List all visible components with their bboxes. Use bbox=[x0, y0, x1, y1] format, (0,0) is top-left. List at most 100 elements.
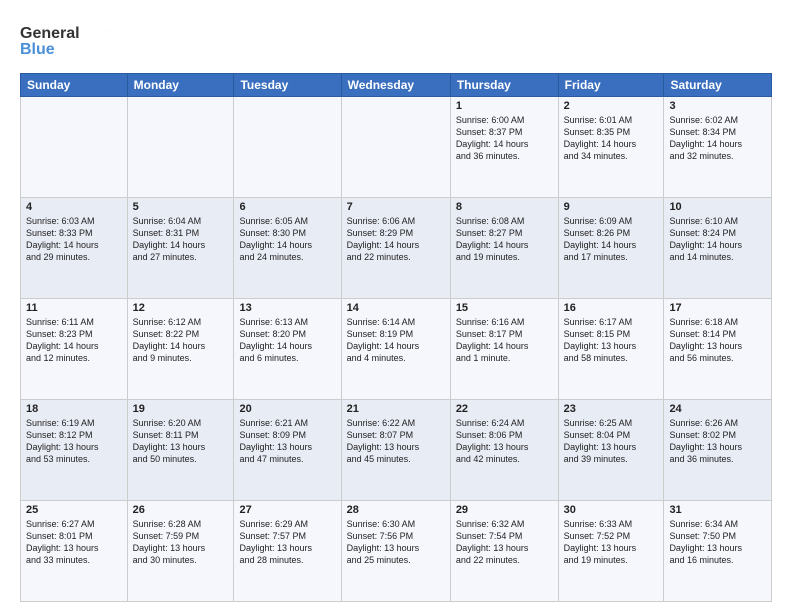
day-info: Sunrise: 6:09 AM Sunset: 8:26 PM Dayligh… bbox=[564, 215, 659, 264]
weekday-saturday: Saturday bbox=[664, 74, 772, 97]
weekday-tuesday: Tuesday bbox=[234, 74, 341, 97]
day-cell: 6 Sunrise: 6:05 AM Sunset: 8:30 PM Daylig… bbox=[234, 198, 341, 299]
day-number: 9 bbox=[564, 201, 659, 213]
week-row-1: 1Sunrise: 6:00 AM Sunset: 8:37 PM Daylig… bbox=[21, 97, 772, 198]
week-row-5: 25 Sunrise: 6:27 AM Sunset: 8:01 PM Dayli… bbox=[21, 501, 772, 602]
day-info: Sunrise: 6:20 AM Sunset: 8:11 PM Dayligh… bbox=[133, 417, 229, 466]
day-cell bbox=[127, 97, 234, 198]
logo-text: General Blue bbox=[20, 20, 110, 65]
day-number: 16 bbox=[564, 302, 659, 314]
day-number: 23 bbox=[564, 403, 659, 415]
weekday-sunday: Sunday bbox=[21, 74, 128, 97]
day-info: Sunrise: 6:22 AM Sunset: 8:07 PM Dayligh… bbox=[347, 417, 445, 466]
week-row-2: 4Sunrise: 6:03 AM Sunset: 8:33 PM Daylig… bbox=[21, 198, 772, 299]
day-cell: 19 Sunrise: 6:20 AM Sunset: 8:11 PM Dayli… bbox=[127, 400, 234, 501]
day-number: 7 bbox=[347, 201, 445, 213]
day-number: 8 bbox=[456, 201, 553, 213]
day-cell: 18Sunrise: 6:19 AM Sunset: 8:12 PM Dayli… bbox=[21, 400, 128, 501]
day-number: 12 bbox=[133, 302, 229, 314]
day-info: Sunrise: 6:02 AM Sunset: 8:34 PM Dayligh… bbox=[669, 114, 766, 163]
day-number: 2 bbox=[564, 100, 659, 112]
day-cell: 17 Sunrise: 6:18 AM Sunset: 8:14 PM Dayli… bbox=[664, 299, 772, 400]
day-cell: 20 Sunrise: 6:21 AM Sunset: 8:09 PM Dayli… bbox=[234, 400, 341, 501]
day-cell: 3 Sunrise: 6:02 AM Sunset: 8:34 PM Daylig… bbox=[664, 97, 772, 198]
day-info: Sunrise: 6:28 AM Sunset: 7:59 PM Dayligh… bbox=[133, 518, 229, 567]
week-row-4: 18Sunrise: 6:19 AM Sunset: 8:12 PM Dayli… bbox=[21, 400, 772, 501]
day-number: 1 bbox=[456, 100, 553, 112]
weekday-monday: Monday bbox=[127, 74, 234, 97]
day-number: 24 bbox=[669, 403, 766, 415]
day-cell: 2 Sunrise: 6:01 AM Sunset: 8:35 PM Daylig… bbox=[558, 97, 664, 198]
day-cell: 30 Sunrise: 6:33 AM Sunset: 7:52 PM Dayli… bbox=[558, 501, 664, 602]
calendar: SundayMondayTuesdayWednesdayThursdayFrid… bbox=[20, 73, 772, 602]
day-info: Sunrise: 6:33 AM Sunset: 7:52 PM Dayligh… bbox=[564, 518, 659, 567]
day-cell: 22 Sunrise: 6:24 AM Sunset: 8:06 PM Dayli… bbox=[450, 400, 558, 501]
day-info: Sunrise: 6:12 AM Sunset: 8:22 PM Dayligh… bbox=[133, 316, 229, 365]
day-cell: 24 Sunrise: 6:26 AM Sunset: 8:02 PM Dayli… bbox=[664, 400, 772, 501]
day-info: Sunrise: 6:03 AM Sunset: 8:33 PM Dayligh… bbox=[26, 215, 122, 264]
day-info: Sunrise: 6:24 AM Sunset: 8:06 PM Dayligh… bbox=[456, 417, 553, 466]
day-info: Sunrise: 6:18 AM Sunset: 8:14 PM Dayligh… bbox=[669, 316, 766, 365]
day-info: Sunrise: 6:16 AM Sunset: 8:17 PM Dayligh… bbox=[456, 316, 553, 365]
day-number: 20 bbox=[239, 403, 335, 415]
day-info: Sunrise: 6:14 AM Sunset: 8:19 PM Dayligh… bbox=[347, 316, 445, 365]
day-number: 19 bbox=[133, 403, 229, 415]
day-number: 21 bbox=[347, 403, 445, 415]
day-cell: 23 Sunrise: 6:25 AM Sunset: 8:04 PM Dayli… bbox=[558, 400, 664, 501]
day-info: Sunrise: 6:01 AM Sunset: 8:35 PM Dayligh… bbox=[564, 114, 659, 163]
day-cell: 25 Sunrise: 6:27 AM Sunset: 8:01 PM Dayli… bbox=[21, 501, 128, 602]
day-cell: 8 Sunrise: 6:08 AM Sunset: 8:27 PM Daylig… bbox=[450, 198, 558, 299]
day-number: 27 bbox=[239, 504, 335, 516]
day-cell: 9 Sunrise: 6:09 AM Sunset: 8:26 PM Daylig… bbox=[558, 198, 664, 299]
day-cell bbox=[234, 97, 341, 198]
day-cell bbox=[21, 97, 128, 198]
day-number: 17 bbox=[669, 302, 766, 314]
day-number: 5 bbox=[133, 201, 229, 213]
day-info: Sunrise: 6:08 AM Sunset: 8:27 PM Dayligh… bbox=[456, 215, 553, 264]
weekday-header-row: SundayMondayTuesdayWednesdayThursdayFrid… bbox=[21, 74, 772, 97]
day-cell: 27Sunrise: 6:29 AM Sunset: 7:57 PM Dayli… bbox=[234, 501, 341, 602]
day-number: 30 bbox=[564, 504, 659, 516]
weekday-thursday: Thursday bbox=[450, 74, 558, 97]
day-number: 6 bbox=[239, 201, 335, 213]
svg-text:General: General bbox=[20, 25, 80, 42]
header: General Blue bbox=[20, 16, 772, 65]
day-cell: 10Sunrise: 6:10 AM Sunset: 8:24 PM Dayli… bbox=[664, 198, 772, 299]
day-info: Sunrise: 6:25 AM Sunset: 8:04 PM Dayligh… bbox=[564, 417, 659, 466]
logo: General Blue bbox=[20, 20, 110, 65]
day-number: 26 bbox=[133, 504, 229, 516]
day-info: Sunrise: 6:06 AM Sunset: 8:29 PM Dayligh… bbox=[347, 215, 445, 264]
day-cell bbox=[341, 97, 450, 198]
day-number: 11 bbox=[26, 302, 122, 314]
day-info: Sunrise: 6:32 AM Sunset: 7:54 PM Dayligh… bbox=[456, 518, 553, 567]
day-info: Sunrise: 6:34 AM Sunset: 7:50 PM Dayligh… bbox=[669, 518, 766, 567]
day-number: 15 bbox=[456, 302, 553, 314]
day-number: 22 bbox=[456, 403, 553, 415]
day-info: Sunrise: 6:10 AM Sunset: 8:24 PM Dayligh… bbox=[669, 215, 766, 264]
day-info: Sunrise: 6:21 AM Sunset: 8:09 PM Dayligh… bbox=[239, 417, 335, 466]
page: General Blue SundayMondayTuesdayWednesda… bbox=[0, 0, 792, 612]
day-cell: 14Sunrise: 6:14 AM Sunset: 8:19 PM Dayli… bbox=[341, 299, 450, 400]
weekday-wednesday: Wednesday bbox=[341, 74, 450, 97]
day-cell: 28 Sunrise: 6:30 AM Sunset: 7:56 PM Dayli… bbox=[341, 501, 450, 602]
day-info: Sunrise: 6:05 AM Sunset: 8:30 PM Dayligh… bbox=[239, 215, 335, 264]
day-number: 25 bbox=[26, 504, 122, 516]
week-row-3: 11Sunrise: 6:11 AM Sunset: 8:23 PM Dayli… bbox=[21, 299, 772, 400]
day-number: 3 bbox=[669, 100, 766, 112]
day-number: 28 bbox=[347, 504, 445, 516]
day-info: Sunrise: 6:13 AM Sunset: 8:20 PM Dayligh… bbox=[239, 316, 335, 365]
day-cell: 12 Sunrise: 6:12 AM Sunset: 8:22 PM Dayli… bbox=[127, 299, 234, 400]
day-cell: 15 Sunrise: 6:16 AM Sunset: 8:17 PM Dayli… bbox=[450, 299, 558, 400]
day-number: 18 bbox=[26, 403, 122, 415]
day-info: Sunrise: 6:04 AM Sunset: 8:31 PM Dayligh… bbox=[133, 215, 229, 264]
day-cell: 21 Sunrise: 6:22 AM Sunset: 8:07 PM Dayli… bbox=[341, 400, 450, 501]
day-cell: 31Sunrise: 6:34 AM Sunset: 7:50 PM Dayli… bbox=[664, 501, 772, 602]
day-cell: 1Sunrise: 6:00 AM Sunset: 8:37 PM Daylig… bbox=[450, 97, 558, 198]
day-info: Sunrise: 6:27 AM Sunset: 8:01 PM Dayligh… bbox=[26, 518, 122, 567]
day-info: Sunrise: 6:26 AM Sunset: 8:02 PM Dayligh… bbox=[669, 417, 766, 466]
day-cell: 5 Sunrise: 6:04 AM Sunset: 8:31 PM Daylig… bbox=[127, 198, 234, 299]
day-cell: 11Sunrise: 6:11 AM Sunset: 8:23 PM Dayli… bbox=[21, 299, 128, 400]
day-cell: 4Sunrise: 6:03 AM Sunset: 8:33 PM Daylig… bbox=[21, 198, 128, 299]
day-info: Sunrise: 6:30 AM Sunset: 7:56 PM Dayligh… bbox=[347, 518, 445, 567]
day-number: 29 bbox=[456, 504, 553, 516]
